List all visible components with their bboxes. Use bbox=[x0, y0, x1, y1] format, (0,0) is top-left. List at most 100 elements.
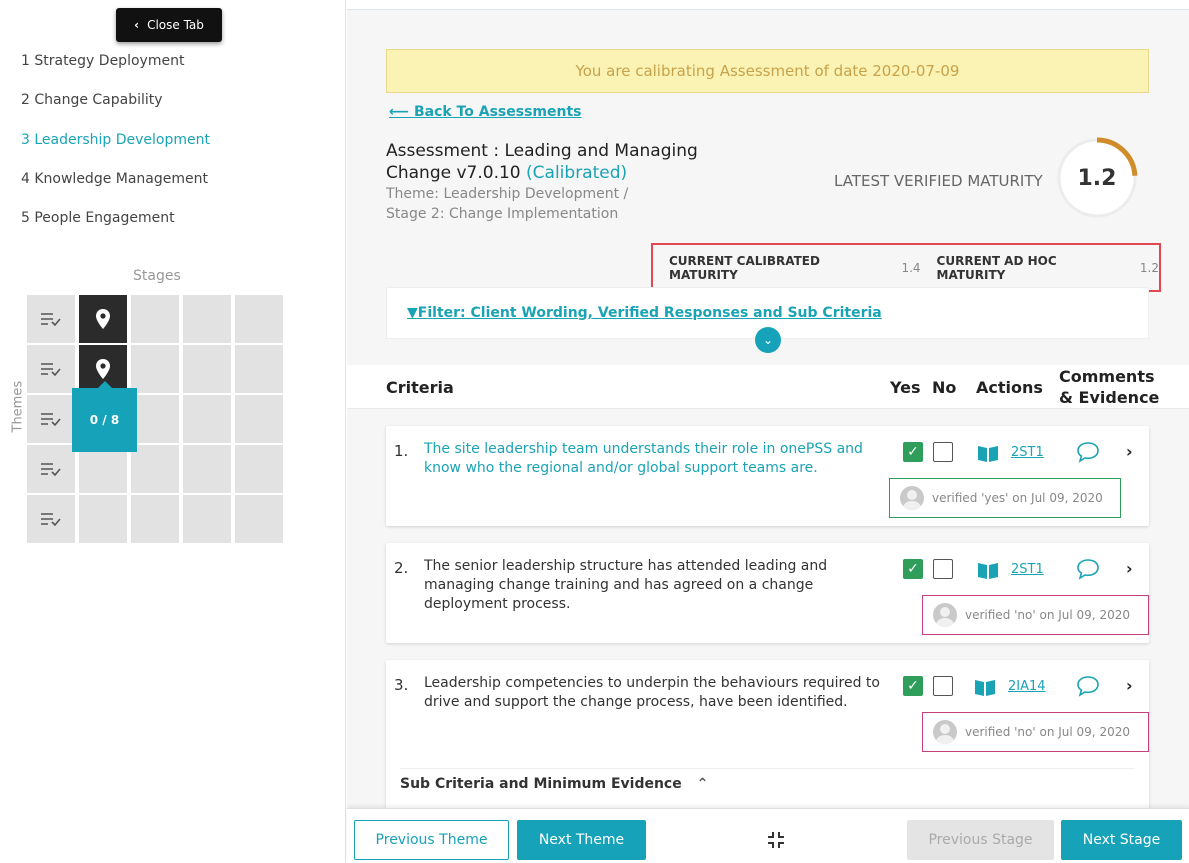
previous-stage-button[interactable]: Previous Stage bbox=[907, 820, 1054, 860]
theme-item-leadership-development[interactable]: 3 Leadership Development bbox=[21, 131, 210, 170]
criterion-card: 3. Leadership competencies to underpin t… bbox=[386, 660, 1149, 820]
assessment-stage: Stage 2: Change Implementation bbox=[386, 206, 619, 222]
avatar bbox=[900, 486, 924, 510]
grid-cell[interactable] bbox=[235, 495, 283, 543]
back-link-label: Back To Assessments bbox=[413, 104, 582, 120]
grid-cell[interactable] bbox=[131, 495, 179, 543]
verification-text: verified 'no' on Jul 09, 2020 bbox=[965, 725, 1130, 739]
grid-cell[interactable] bbox=[131, 345, 179, 393]
latest-verified-maturity-value: 1.2 bbox=[1077, 165, 1117, 191]
no-checkbox[interactable] bbox=[933, 442, 953, 462]
chevron-up-icon: ⌃ bbox=[696, 776, 709, 792]
map-pin-icon[interactable] bbox=[79, 295, 127, 343]
compress-icon[interactable] bbox=[767, 831, 785, 849]
grid-cell[interactable] bbox=[235, 295, 283, 343]
evidence-column-header: & Evidence bbox=[1059, 388, 1160, 407]
criterion-code-link[interactable]: 2ST1 bbox=[1011, 562, 1044, 577]
list-check-icon[interactable] bbox=[27, 295, 75, 343]
assessment-theme: Theme: Leadership Development / bbox=[386, 186, 629, 202]
next-stage-button[interactable]: Next Stage bbox=[1061, 820, 1182, 860]
theme-item-people-engagement[interactable]: 5 People Engagement bbox=[21, 209, 210, 248]
sidebar: ‹ Close Tab 1 Strategy Deployment 2 Chan… bbox=[0, 0, 346, 863]
chevron-right-icon[interactable]: › bbox=[1126, 442, 1133, 461]
next-theme-button[interactable]: Next Theme bbox=[517, 820, 646, 860]
list-check-icon[interactable] bbox=[27, 345, 75, 393]
yes-column-header: Yes bbox=[890, 378, 921, 397]
book-icon[interactable] bbox=[976, 443, 1000, 463]
latest-verified-maturity-label: LATEST VERIFIED MATURITY bbox=[834, 172, 1043, 190]
sub-criteria-label: Sub Criteria and Minimum Evidence bbox=[400, 776, 682, 792]
grid-cell[interactable] bbox=[183, 445, 231, 493]
avatar bbox=[933, 720, 957, 744]
theme-item-strategy-deployment[interactable]: 1 Strategy Deployment bbox=[21, 52, 210, 91]
arrow-left-icon: ⟵ bbox=[389, 104, 414, 120]
theme-item-change-capability[interactable]: 2 Change Capability bbox=[21, 91, 210, 130]
actions-column-header: Actions bbox=[976, 378, 1043, 397]
grid-cell[interactable] bbox=[183, 345, 231, 393]
verification-badge: verified 'no' on Jul 09, 2020 bbox=[922, 595, 1149, 635]
chevron-right-icon[interactable]: › bbox=[1126, 559, 1133, 578]
assessment-title: Assessment : Leading and Managing Change… bbox=[386, 140, 746, 184]
sub-criteria-toggle[interactable]: Sub Criteria and Minimum Evidence ⌃ bbox=[400, 776, 708, 792]
yes-checkbox[interactable]: ✓ bbox=[903, 559, 923, 579]
calibrated-maturity-value: 1.4 bbox=[901, 260, 921, 275]
criterion-card: 2. The senior leadership structure has a… bbox=[386, 543, 1149, 643]
grid-cell[interactable] bbox=[235, 395, 283, 443]
grid-cell[interactable] bbox=[183, 395, 231, 443]
themes-label: Themes bbox=[10, 380, 26, 433]
no-column-header: No bbox=[932, 378, 957, 397]
no-checkbox[interactable] bbox=[933, 676, 953, 696]
criterion-number: 3. bbox=[394, 676, 409, 694]
main-content: You are calibrating Assessment of date 2… bbox=[347, 0, 1189, 863]
criterion-text[interactable]: The site leadership team understands the… bbox=[424, 440, 894, 478]
list-check-icon[interactable] bbox=[27, 395, 75, 443]
chevron-left-icon: ‹ bbox=[134, 18, 140, 32]
verification-badge: verified 'no' on Jul 09, 2020 bbox=[922, 712, 1149, 752]
theme-list: 1 Strategy Deployment 2 Change Capabilit… bbox=[21, 52, 210, 248]
chevron-down-icon[interactable]: ⌄ bbox=[755, 327, 781, 353]
stages-label: Stages bbox=[133, 268, 181, 284]
book-icon[interactable] bbox=[976, 560, 1000, 580]
grid-cell[interactable] bbox=[131, 395, 179, 443]
book-icon[interactable] bbox=[973, 677, 997, 697]
yes-checkbox[interactable]: ✓ bbox=[903, 442, 923, 462]
grid-cell[interactable] bbox=[183, 495, 231, 543]
grid-cell[interactable] bbox=[131, 295, 179, 343]
comment-icon[interactable] bbox=[1076, 675, 1100, 697]
grid-cell[interactable] bbox=[235, 345, 283, 393]
criterion-number: 2. bbox=[394, 559, 409, 577]
verification-badge: verified 'yes' on Jul 09, 2020 bbox=[889, 478, 1121, 518]
grid-cell[interactable] bbox=[79, 445, 127, 493]
filter-icon: ▼ bbox=[407, 305, 418, 321]
grid-cell[interactable] bbox=[235, 445, 283, 493]
previous-theme-button[interactable]: Previous Theme bbox=[354, 820, 509, 860]
no-checkbox[interactable] bbox=[933, 559, 953, 579]
calibrated-status: (Calibrated) bbox=[526, 163, 628, 183]
verification-text: verified 'no' on Jul 09, 2020 bbox=[965, 608, 1130, 622]
assessment-subtitle: Theme: Leadership Development / Stage 2:… bbox=[386, 184, 628, 224]
avatar bbox=[933, 603, 957, 627]
criteria-column-header: Criteria bbox=[386, 378, 454, 397]
criterion-code-link[interactable]: 2ST1 bbox=[1011, 445, 1044, 460]
close-tab-button[interactable]: ‹ Close Tab bbox=[116, 8, 222, 42]
criteria-table-header: Criteria Yes No Actions Comments & Evide… bbox=[347, 365, 1189, 409]
chevron-right-icon[interactable]: › bbox=[1126, 676, 1133, 695]
comment-icon[interactable] bbox=[1076, 441, 1100, 463]
comments-column-header: Comments bbox=[1059, 367, 1155, 386]
theme-item-knowledge-management[interactable]: 4 Knowledge Management bbox=[21, 170, 210, 209]
filter-link[interactable]: ▼Filter: Client Wording, Verified Respon… bbox=[407, 305, 882, 321]
grid-cell[interactable] bbox=[183, 295, 231, 343]
comment-icon[interactable] bbox=[1076, 558, 1100, 580]
yes-checkbox[interactable]: ✓ bbox=[903, 676, 923, 696]
grid-cell[interactable] bbox=[131, 445, 179, 493]
criterion-code-link[interactable]: 2IA14 bbox=[1008, 679, 1046, 694]
current-maturity-box: CURRENT CALIBRATED MATURITY 1.4 CURRENT … bbox=[651, 243, 1161, 292]
adhoc-maturity-value: 1.2 bbox=[1139, 260, 1159, 275]
grid-cell[interactable] bbox=[79, 495, 127, 543]
footer-nav: Previous Theme Next Theme Previous Stage… bbox=[347, 808, 1189, 863]
filter-label: Filter: Client Wording, Verified Respons… bbox=[417, 305, 882, 321]
list-check-icon[interactable] bbox=[27, 445, 75, 493]
back-to-assessments-link[interactable]: ⟵ Back To Assessments bbox=[389, 104, 581, 120]
list-check-icon[interactable] bbox=[27, 495, 75, 543]
adhoc-maturity-label: CURRENT AD HOC MATURITY bbox=[936, 253, 1057, 282]
